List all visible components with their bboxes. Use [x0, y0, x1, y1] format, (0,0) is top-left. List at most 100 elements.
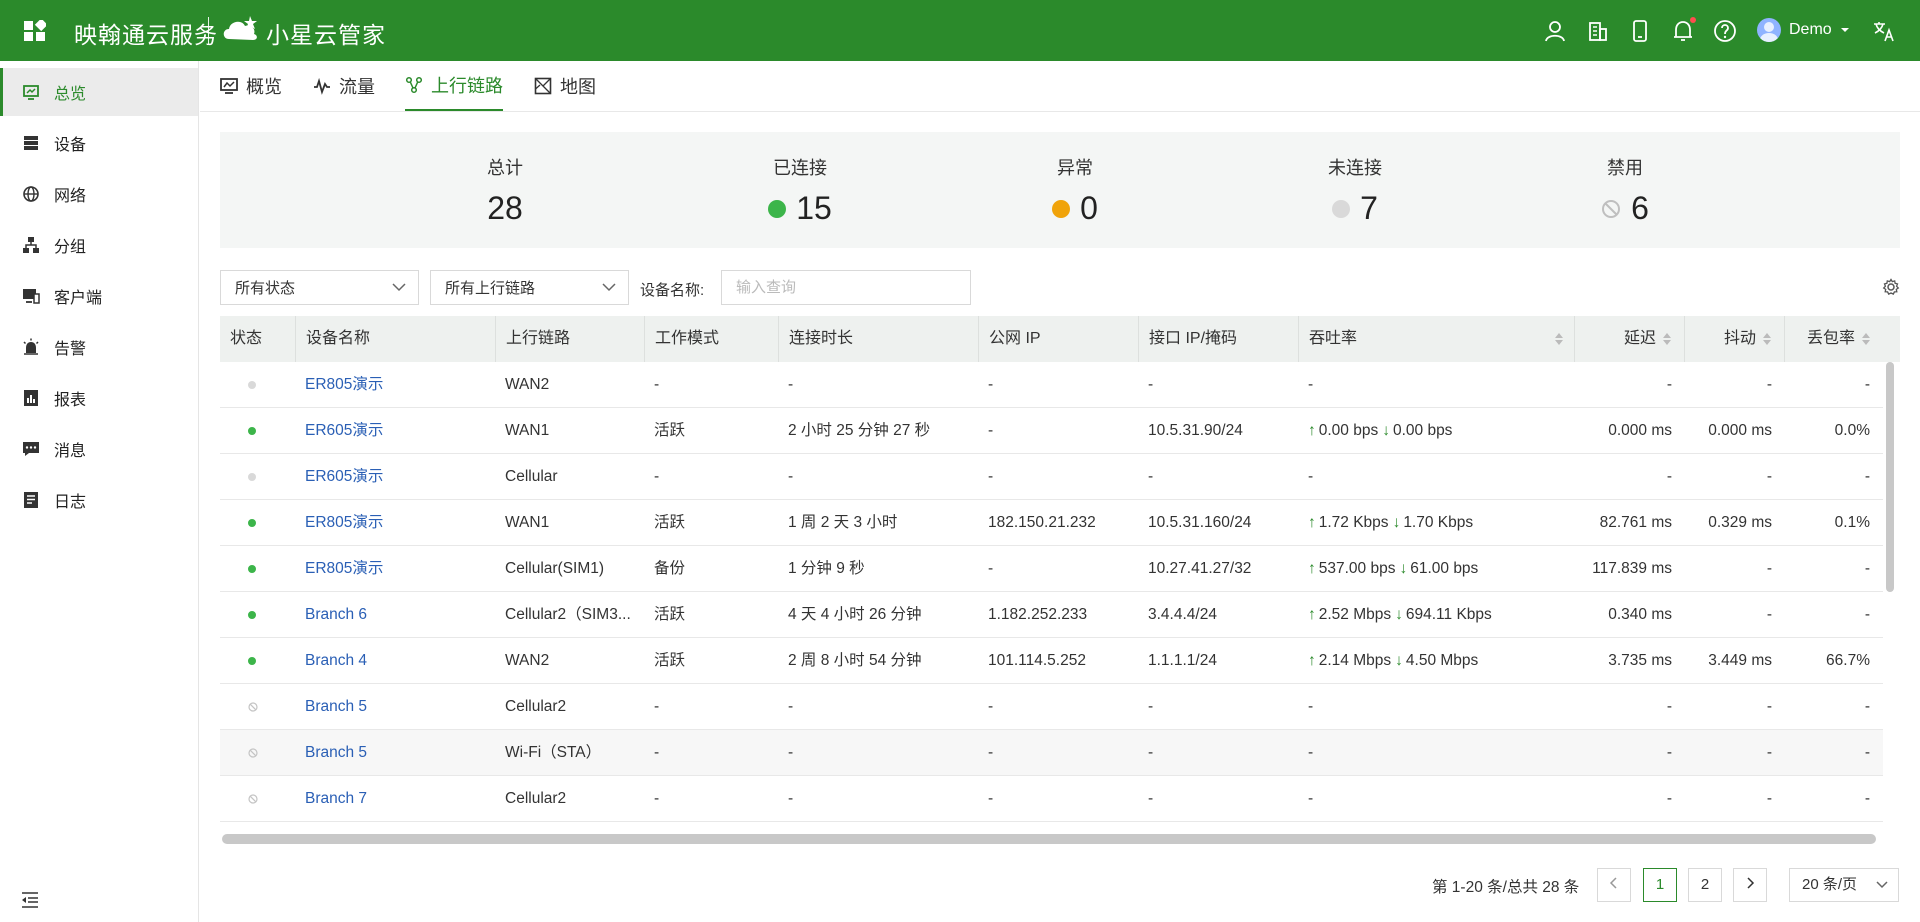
table-row[interactable]: ER605演示 WAN1 活跃 2 小时 25 分钟 27 秒 - 10.5.31.90/… — [220, 408, 1883, 454]
public-ip-cell: - — [988, 422, 994, 439]
disabled-icon — [1602, 199, 1621, 218]
column-header-label: 接口 IP/掩码 — [1149, 330, 1238, 347]
interface-ip-cell: - — [1148, 698, 1154, 715]
device-name-link[interactable]: Branch 5 — [305, 730, 485, 776]
jitter-cell: 0.000 ms — [1708, 422, 1772, 439]
page-size-select[interactable]: 20 条/页 — [1789, 868, 1899, 902]
chevron-left-icon — [1609, 877, 1617, 889]
interface-ip-cell: - — [1148, 744, 1154, 761]
tab-1[interactable]: 流量 — [313, 61, 377, 111]
column-header-4: 连接时长 — [778, 316, 978, 362]
column-header-label: 公网 IP — [989, 330, 1041, 347]
sidebar-item-0[interactable]: 总览 — [0, 68, 198, 116]
building-icon[interactable] — [1586, 19, 1610, 43]
collapse-sidebar-icon[interactable] — [20, 890, 40, 910]
column-header-10[interactable]: 丢包率 — [1784, 316, 1883, 362]
sidebar-item-6[interactable]: 报表 — [0, 374, 198, 422]
tab-3[interactable]: 地图 — [534, 61, 596, 111]
uplink-filter-select[interactable]: 所有上行链路 — [430, 270, 629, 305]
help-icon[interactable] — [1713, 19, 1737, 43]
throughput-cell: ↑ 2.14 Mbps ↓ 4.50 Mbps — [1308, 638, 1574, 684]
prev-page-button[interactable] — [1597, 868, 1631, 902]
duration-cell: 1 分钟 9 秒 — [788, 560, 865, 577]
online-status-dot — [248, 611, 256, 619]
upload-arrow-icon: ↑ — [1308, 606, 1316, 623]
uplink-icon — [405, 76, 423, 94]
public-ip-cell: 182.150.21.232 — [988, 514, 1096, 531]
table-row[interactable]: Branch 5 Cellular2 - - - - - - - - — [220, 684, 1883, 730]
device-name-link[interactable]: Branch 7 — [305, 776, 485, 822]
device-name-search-input[interactable] — [721, 270, 971, 305]
status-filter-select[interactable]: 所有状态 — [220, 270, 419, 305]
column-header-9[interactable]: 抖动 — [1684, 316, 1784, 362]
settings-gear-icon[interactable] — [1882, 278, 1900, 296]
stat-total-label: 总计 — [487, 158, 523, 178]
public-ip-cell: - — [988, 560, 994, 577]
latency-cell: - — [1666, 698, 1672, 715]
jitter-cell: - — [1766, 698, 1772, 715]
vertical-scrollbar[interactable] — [1886, 362, 1894, 592]
user-profile-icon[interactable] — [1543, 19, 1567, 43]
duration-cell: - — [788, 744, 794, 761]
tab-2[interactable]: 上行链路 — [405, 61, 503, 111]
duration-cell: - — [788, 468, 794, 485]
table-row[interactable]: ER805演示 WAN1 活跃 1 周 2 天 3 小时 182.150.21.232 1… — [220, 500, 1883, 546]
page-button-1[interactable]: 1 — [1643, 868, 1677, 902]
cloud-star-logo-icon — [223, 16, 257, 40]
monitor-icon — [220, 78, 238, 94]
brand-divider — [208, 17, 209, 44]
sidebar-item-5[interactable]: 告警 — [0, 323, 198, 371]
tab-label: 流量 — [339, 77, 375, 97]
table-row[interactable]: Branch 7 Cellular2 - - - - - - - - — [220, 776, 1883, 822]
device-name-link[interactable]: ER805演示 — [305, 362, 485, 408]
table-row[interactable]: Branch 4 WAN2 活跃 2 周 8 小时 54 分钟 101.114.5.25… — [220, 638, 1883, 684]
device-name-link[interactable]: ER605演示 — [305, 454, 485, 500]
device-name-link[interactable]: Branch 4 — [305, 638, 485, 684]
uplink-cell: Cellular2 — [505, 790, 567, 807]
page-size-value: 20 条/页 — [1802, 876, 1858, 893]
user-menu[interactable]: Demo — [1757, 18, 1850, 42]
sidebar-item-8[interactable]: 日志 — [0, 476, 198, 524]
column-header-8[interactable]: 延迟 — [1574, 316, 1684, 362]
interface-ip-cell: 10.5.31.90/24 — [1148, 422, 1243, 439]
page-button-2[interactable]: 2 — [1688, 868, 1722, 902]
table-row[interactable]: ER605演示 Cellular - - - - - - - - — [220, 454, 1883, 500]
horizontal-scrollbar[interactable] — [222, 834, 1876, 844]
packet-loss-cell: - — [1864, 606, 1870, 623]
apps-grid-icon[interactable] — [24, 20, 46, 42]
column-header-label: 延迟 — [1623, 330, 1656, 347]
throughput-cell: ↑ 1.72 Kbps ↓ 1.70 Kbps — [1308, 500, 1574, 546]
device-name-link[interactable]: ER805演示 — [305, 546, 485, 592]
packet-loss-cell: - — [1864, 376, 1870, 393]
table-row[interactable]: ER805演示 WAN2 - - - - - - - - — [220, 362, 1883, 408]
sidebar-item-4[interactable]: 客户端 — [0, 272, 198, 320]
duration-cell: - — [788, 790, 794, 807]
stat-disconnected-label: 未连接 — [1328, 158, 1382, 178]
sidebar-item-label: 总览 — [54, 86, 87, 103]
sidebar-item-3[interactable]: 分组 — [0, 221, 198, 269]
device-name-link[interactable]: ER805演示 — [305, 500, 485, 546]
table-row[interactable]: ER805演示 Cellular(SIM1) 备份 1 分钟 9 秒 - 10.27.41… — [220, 546, 1883, 592]
top-bar: 映翰通云服务 小星云管家 Demo — [0, 0, 1920, 61]
device-name-link[interactable]: ER605演示 — [305, 408, 485, 454]
device-name-link[interactable]: Branch 6 — [305, 592, 485, 638]
language-icon[interactable] — [1872, 19, 1896, 43]
stat-disabled-label: 禁用 — [1607, 158, 1643, 178]
next-page-button[interactable] — [1733, 868, 1767, 902]
download-rate: 0.00 bps — [1392, 422, 1453, 439]
sidebar-item-2[interactable]: 网络 — [0, 170, 198, 218]
column-header-7[interactable]: 吞吐率 — [1298, 316, 1574, 362]
upload-arrow-icon: ↑ — [1308, 422, 1316, 439]
tab-0[interactable]: 概览 — [220, 61, 284, 111]
table-row[interactable]: Branch 5 Wi-Fi（STA） - - - - - - - - — [220, 730, 1883, 776]
packet-loss-cell: - — [1864, 468, 1870, 485]
mode-cell: 备份 — [654, 560, 686, 577]
uplink-cell: Cellular2 — [505, 698, 567, 715]
device-name-link[interactable]: Branch 5 — [305, 684, 485, 730]
sidebar-item-1[interactable]: 设备 — [0, 119, 198, 167]
sidebar-item-7[interactable]: 消息 — [0, 425, 198, 473]
interface-ip-cell: - — [1148, 376, 1154, 393]
mobile-device-icon[interactable] — [1628, 19, 1652, 43]
column-header-0: 状态 — [220, 316, 295, 362]
table-row[interactable]: Branch 6 Cellular2（SIM3... 活跃 4 天 4 小时 26 分… — [220, 592, 1883, 638]
